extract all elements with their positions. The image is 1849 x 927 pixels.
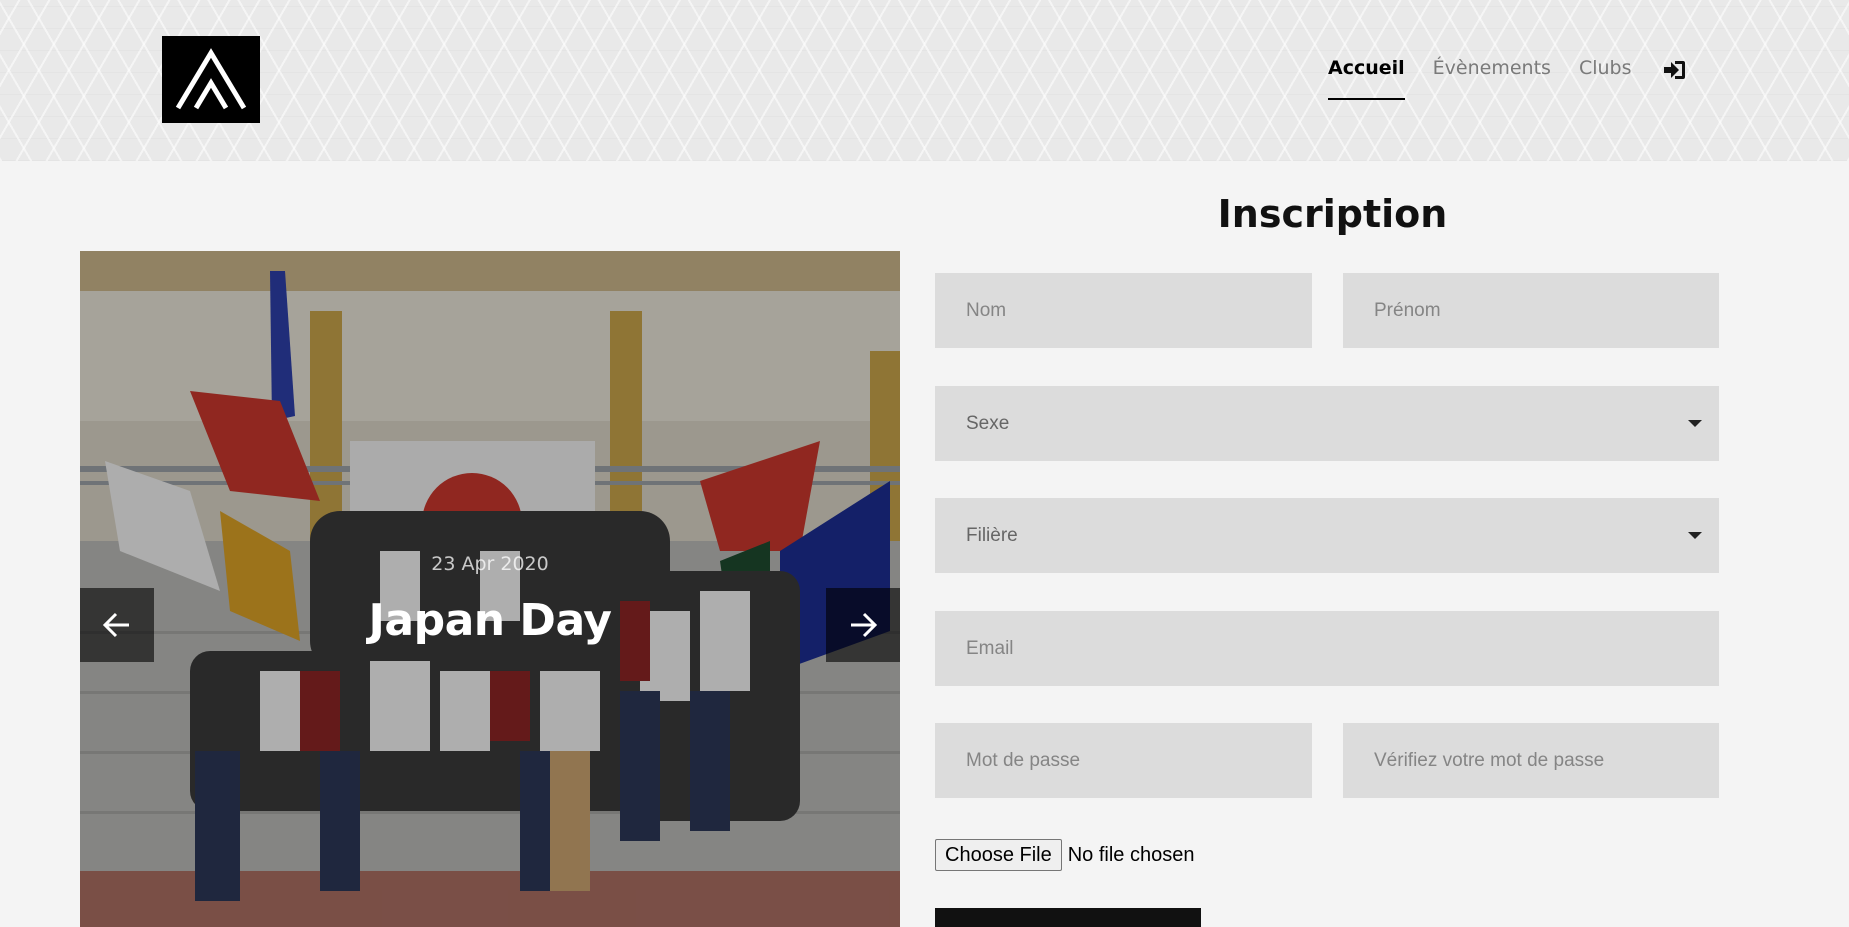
site-header: Accueil Évènements Clubs [0,0,1849,161]
arrow-right-icon [851,612,878,638]
sexe-select[interactable]: Sexe [935,386,1719,461]
sign-in-icon[interactable] [1662,59,1686,81]
email-input[interactable] [935,611,1719,686]
file-upload: Choose File No file chosen [935,839,1194,871]
nom-input[interactable] [935,273,1312,348]
slide-title: Japan Day [368,595,612,646]
password-confirm-input[interactable] [1343,723,1719,798]
nav-item-evenements[interactable]: Évènements [1433,54,1551,100]
nav-item-accueil[interactable]: Accueil [1328,54,1405,100]
main-nav: Accueil Évènements Clubs [1328,54,1659,100]
filiere-select[interactable]: Filière [935,498,1719,573]
carousel-prev-button[interactable] [80,588,154,662]
file-status: No file chosen [1067,843,1195,866]
submit-button[interactable] [935,908,1201,927]
slide-date: 23 Apr 2020 [431,553,549,575]
sexe-select-value: Sexe [966,413,1010,434]
password-input[interactable] [935,723,1312,798]
prenom-input[interactable] [1343,273,1719,348]
logo-mark-icon [175,48,247,110]
caret-down-icon [1688,532,1702,539]
event-carousel: 23 Apr 2020 Japan Day [80,251,900,927]
choose-file-button[interactable]: Choose File [935,839,1062,871]
form-title: Inscription [1217,192,1448,236]
arrow-left-icon [102,612,129,638]
caret-down-icon [1688,420,1702,427]
carousel-next-button[interactable] [826,588,900,662]
filiere-select-value: Filière [966,525,1018,546]
nav-item-clubs[interactable]: Clubs [1579,54,1632,100]
site-logo[interactable] [162,36,260,123]
